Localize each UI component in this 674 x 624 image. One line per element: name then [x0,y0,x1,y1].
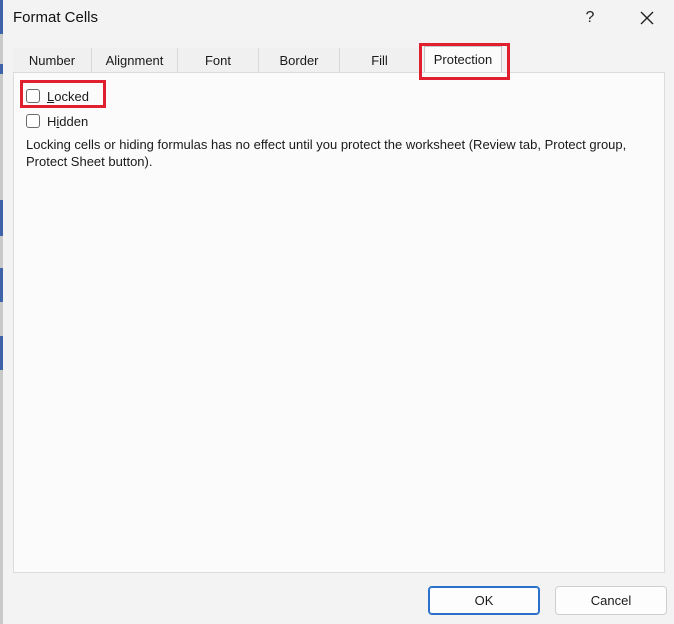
cancel-button[interactable]: Cancel [555,586,667,615]
locked-label: Locked [47,88,89,104]
tab-strip: Number Alignment Font Border Fill Protec… [13,46,665,73]
hidden-checkbox[interactable]: Hidden [26,112,88,130]
close-button[interactable] [632,4,662,32]
close-icon [640,11,654,25]
background-app-edge [0,0,3,624]
help-button[interactable]: ? [576,5,604,31]
locked-checkbox[interactable]: Locked [26,87,89,105]
tab-fill[interactable]: Fill [340,48,420,73]
tab-border[interactable]: Border [259,48,340,73]
hidden-checkbox-box[interactable] [26,114,40,128]
dialog-title: Format Cells [13,9,99,26]
edge-segment [0,336,3,370]
edge-segment [0,268,3,302]
edge-segment [0,64,3,74]
locked-checkbox-box[interactable] [26,89,40,103]
title-bar: Format Cells ? [0,0,674,36]
tab-number[interactable]: Number [13,48,92,73]
ok-button[interactable]: OK [428,586,540,615]
edge-segment [0,200,3,236]
hidden-label: Hidden [47,113,89,129]
tab-protection[interactable]: Protection [424,46,502,73]
protection-info-text: Locking cells or hiding formulas has no … [26,137,627,169]
format-cells-dialog: Format Cells ? Number Alignment Font Bor… [0,0,674,624]
tab-font[interactable]: Font [178,48,259,73]
tab-alignment[interactable]: Alignment [92,48,178,73]
